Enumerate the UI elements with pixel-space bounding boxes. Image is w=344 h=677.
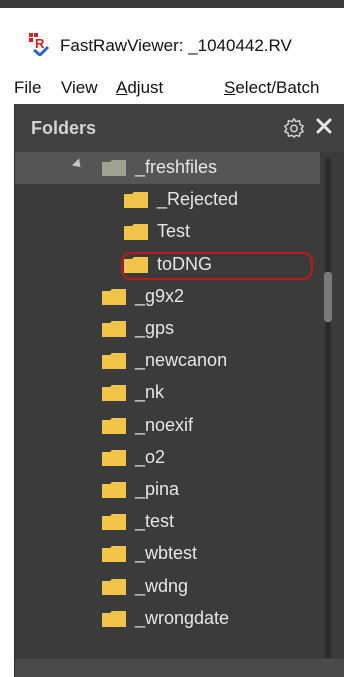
folder-label: _noexif (135, 414, 194, 435)
title-bar: R FastRawViewer: _1040442.RV (0, 8, 344, 56)
scroll-thumb[interactable] (324, 272, 332, 322)
folder-icon (102, 288, 126, 305)
folder-icon (124, 224, 148, 241)
folder-label: _wbtest (135, 543, 198, 564)
folder-icon (102, 578, 126, 595)
window-title: FastRawViewer: _1040442.RV (60, 36, 292, 55)
folder-item[interactable]: toDNG (15, 249, 320, 281)
folder-label: _o2 (135, 446, 166, 467)
fastrawviewer-logo-icon: R (29, 33, 50, 56)
folder-icon (102, 482, 126, 498)
folder-icon (124, 256, 148, 273)
folder-icon (102, 385, 126, 402)
folder-icon (124, 192, 148, 209)
highlight-annotation (121, 251, 313, 280)
folder-item[interactable]: _noexif (15, 410, 320, 442)
menu-bar: File View Adjust Select/Batch (0, 70, 344, 102)
window-top-strip (0, 0, 344, 8)
folder-item[interactable]: _wbtest (15, 538, 320, 570)
folder-item[interactable]: _o2 (15, 442, 320, 474)
folder-item[interactable]: _newcanon (15, 345, 320, 377)
folder-label: _nk (135, 382, 165, 403)
folder-icon (102, 546, 126, 563)
folder-label: _g9x2 (135, 285, 185, 306)
folder-label: toDNG (157, 253, 213, 274)
menu-adjust[interactable]: Adjust (116, 78, 163, 98)
folder-label: _freshfiles (135, 157, 218, 177)
menu-file[interactable]: File (14, 78, 41, 98)
menu-select-batch[interactable]: Select/Batch (224, 78, 319, 98)
gear-icon[interactable] (283, 117, 305, 139)
folders-panel: Folders _freshfiles _Rejected Test toDNG _g9… (14, 104, 344, 677)
menu-view[interactable]: View (61, 78, 98, 98)
folder-icon (102, 449, 126, 466)
folder-item[interactable]: _test (15, 506, 320, 538)
folder-label: _test (135, 511, 175, 532)
folder-item[interactable]: _wrongdate (15, 603, 320, 635)
folder-label: _gps (135, 318, 175, 338)
close-icon[interactable] (315, 117, 333, 135)
folder-icon (102, 610, 126, 627)
folder-item[interactable]: _nk (15, 377, 320, 409)
panel-title: Folders (31, 118, 97, 138)
folder-icon (102, 353, 126, 370)
folder-icon (102, 514, 126, 531)
expand-arrow-icon[interactable] (71, 158, 85, 171)
folder-item[interactable]: _pina (15, 474, 320, 506)
folder-tree: _freshfiles _Rejected Test toDNG _g9x2 _gps _n… (15, 152, 320, 652)
panel-bottom-bar (15, 659, 344, 677)
svg-text:R: R (35, 36, 45, 51)
folder-label: _wrongdate (135, 607, 230, 628)
folder-item[interactable]: _wdng (15, 571, 320, 603)
folder-icon (102, 417, 126, 434)
folder-label: _Rejected (157, 189, 239, 210)
folder-icon (102, 160, 126, 176)
folder-icon (102, 321, 126, 337)
folder-item[interactable]: _g9x2 (15, 281, 320, 313)
vertical-scrollbar[interactable] (322, 152, 334, 664)
folder-label: _wdng (135, 575, 189, 596)
folder-item[interactable]: _Rejected (15, 184, 320, 216)
folder-label: _pina (135, 479, 180, 499)
folder-item[interactable]: _gps (15, 313, 320, 345)
scroll-track[interactable] (325, 158, 331, 658)
folder-label: _newcanon (135, 350, 228, 371)
folder-item[interactable]: _freshfiles (15, 152, 320, 184)
folders-panel-header: Folders (15, 104, 344, 152)
folder-label: Test (157, 221, 191, 242)
folder-item[interactable]: Test (15, 216, 320, 248)
